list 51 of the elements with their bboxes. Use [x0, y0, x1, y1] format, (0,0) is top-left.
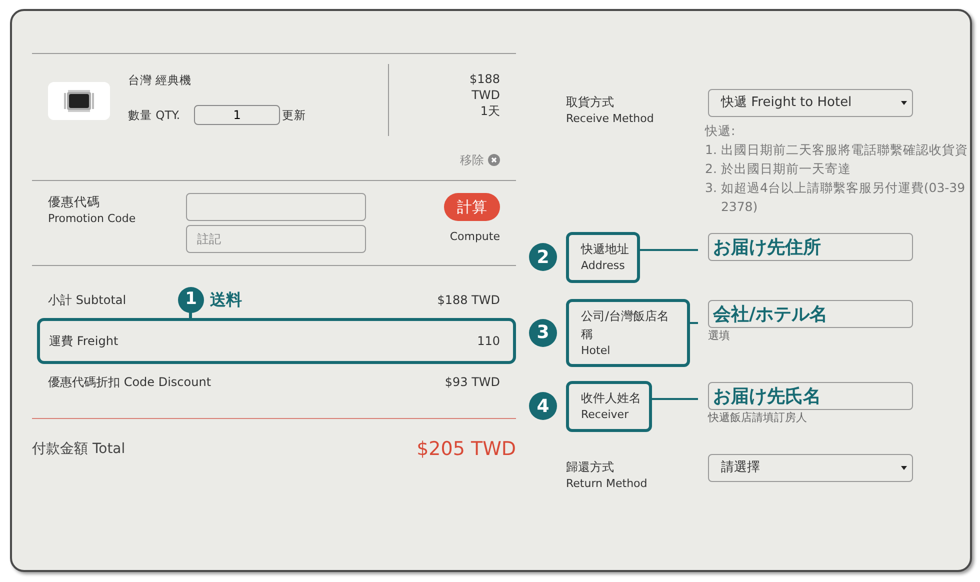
field-label: 歸還方式 — [566, 458, 615, 476]
step-number: 3 — [529, 318, 557, 347]
quantity-label: 數量 QTY. — [128, 106, 180, 124]
callout-number: 1 — [178, 287, 204, 313]
input-field[interactable]: 会社/ホテル名 — [708, 300, 913, 328]
field-label: 收件人姓名 — [581, 390, 641, 407]
input-field[interactable]: お届け先住所 — [708, 233, 913, 261]
field-label: 快遞地址 — [581, 241, 629, 258]
input-field[interactable]: お届け先氏名 — [708, 382, 913, 410]
promotion-label-en: Promotion Code — [48, 211, 137, 227]
summary-label: 優惠代碼折扣 Code Discount — [48, 374, 212, 391]
summary-label: 運費 Freight — [49, 333, 118, 350]
summary-value: $93 TWD — [444, 374, 500, 391]
compute-caption: Compute — [450, 229, 500, 245]
field-label-en: Receiver — [581, 407, 630, 423]
summary-label: 小計 Subtotal — [48, 292, 126, 309]
summary-value: $188 TWD — [437, 292, 500, 309]
update-link[interactable]: 更新 — [282, 106, 306, 124]
field-label-en: Address — [581, 258, 626, 274]
step-number: 4 — [529, 392, 557, 420]
product-name: 台灣 經典機 — [128, 72, 192, 89]
total-amount: $205 TWD — [416, 437, 516, 462]
note-text: 出國日期前二天客服將電話聯繫確認收貨資 — [720, 141, 968, 159]
note-text: 如超過4台以上請聯繫客服另付運費(03-39 — [720, 179, 966, 197]
total-label: 付款金額 Total — [32, 440, 126, 459]
field-label-en: Return Method — [566, 476, 648, 492]
note-text: 2378) — [720, 198, 759, 216]
price-text: $188 — [469, 71, 500, 87]
callout-label: 送料 — [210, 289, 242, 311]
field-label-en: Receive Method — [566, 111, 655, 127]
quantity-field[interactable]: 1 — [194, 105, 280, 126]
field-hint: 選填 — [708, 328, 731, 344]
field-label-en: Hotel — [581, 342, 612, 358]
note-field[interactable]: 註記 — [186, 225, 366, 253]
summary-value: 110 — [477, 333, 500, 350]
select-field[interactable]: 請選擇 — [708, 454, 913, 482]
note-text: 於出國日期前一天寄達 — [720, 160, 851, 178]
field-label: 取貨方式 — [566, 94, 615, 111]
price-text: TWD — [472, 87, 500, 103]
note-number: 1. — [705, 141, 717, 159]
remove-link[interactable]: 移除 — [460, 152, 500, 168]
promotion-label: 優惠代碼 — [48, 193, 101, 211]
field-label: 公司/台灣飯店名稱 — [581, 308, 670, 342]
field-hint: 快遞飯店請填訂房人 — [708, 410, 808, 426]
select-field[interactable]: 快遞 Freight to Hotel — [708, 89, 913, 117]
note-title: 快遞: — [705, 122, 736, 140]
price-text: 1天 — [480, 103, 500, 119]
note-number: 2. — [705, 160, 717, 178]
note-number: 3. — [705, 179, 717, 197]
step-number: 2 — [529, 243, 557, 272]
compute-button[interactable]: 計算 — [444, 193, 500, 221]
